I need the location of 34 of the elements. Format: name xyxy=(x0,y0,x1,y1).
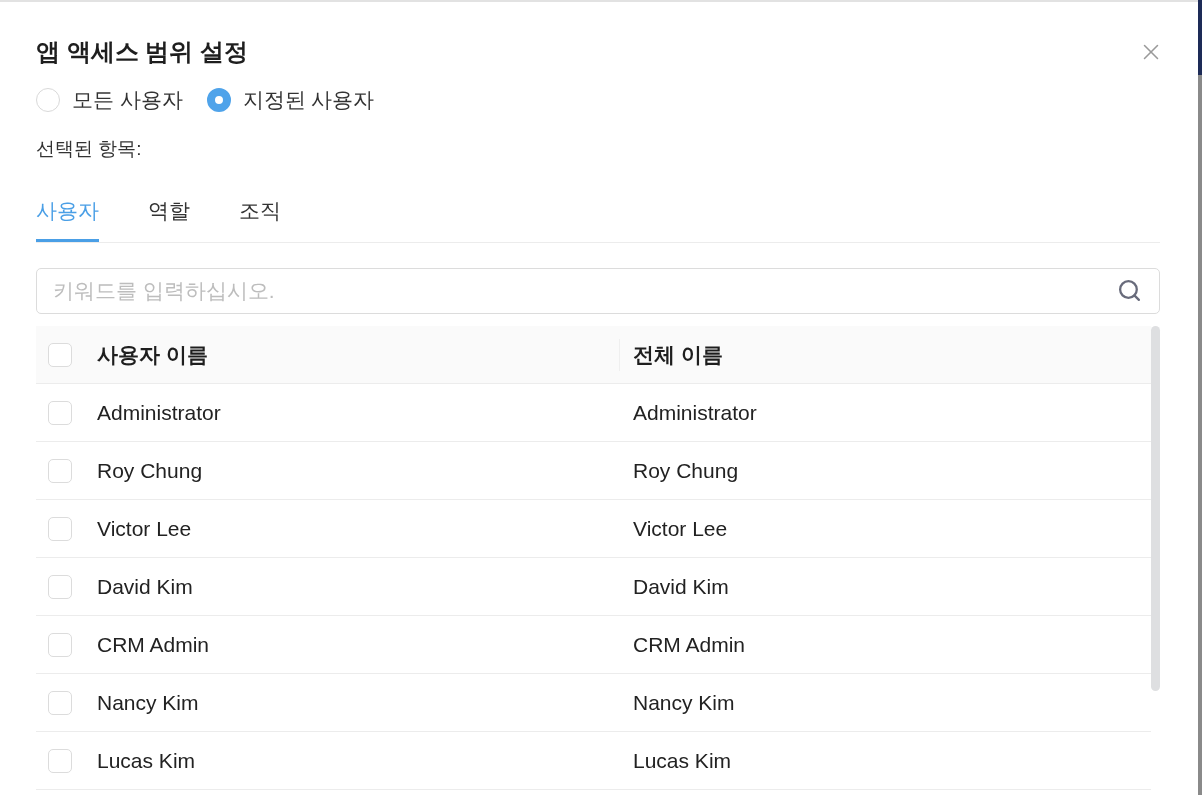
table-cell: David Kim xyxy=(97,574,193,599)
table-cell: CRM Admin xyxy=(633,632,746,657)
checkbox[interactable] xyxy=(48,748,72,773)
table-cell: Roy Chung xyxy=(633,458,739,483)
checkbox[interactable] xyxy=(48,632,72,657)
table-cell: Administrator xyxy=(633,400,757,425)
checkbox[interactable] xyxy=(48,516,72,541)
table-cell: Lucas Kim xyxy=(97,748,196,773)
table-cell: Roy Chung xyxy=(97,458,203,483)
radio-button[interactable] xyxy=(206,88,231,112)
table-cell: David Kim xyxy=(633,574,729,599)
table-cell: Lucas Kim xyxy=(633,748,732,773)
table-cell: Nancy Kim xyxy=(633,690,735,715)
table-cell: CRM Admin xyxy=(97,632,210,657)
checkbox[interactable] xyxy=(48,574,72,599)
tab[interactable]: 역할 xyxy=(148,197,190,242)
radio-label[interactable]: 지정된 사용자 xyxy=(242,87,375,113)
table-cell: Administrator xyxy=(97,400,221,425)
checkbox[interactable] xyxy=(48,458,72,483)
table-cell: Victor Lee xyxy=(97,516,192,541)
checkbox[interactable] xyxy=(48,342,72,367)
selected-items-label: 선택된 항목: xyxy=(36,137,142,161)
table-cell: Nancy Kim xyxy=(97,690,199,715)
table-cell: Victor Lee xyxy=(633,516,728,541)
column-header: 전체 이름 xyxy=(633,341,723,368)
search-icon[interactable] xyxy=(1117,278,1142,303)
scrollbar-thumb[interactable] xyxy=(1151,326,1160,691)
tab[interactable]: 조직 xyxy=(239,197,281,242)
dialog-title: 앱 액세스 범위 설정 xyxy=(36,37,248,67)
checkbox[interactable] xyxy=(48,400,72,425)
checkbox[interactable] xyxy=(48,690,72,715)
radio-label[interactable]: 모든 사용자 xyxy=(72,87,183,113)
search-field[interactable]: 키워드를 입력하십시오. xyxy=(36,268,1160,314)
column-header: 사용자 이름 xyxy=(97,341,208,368)
